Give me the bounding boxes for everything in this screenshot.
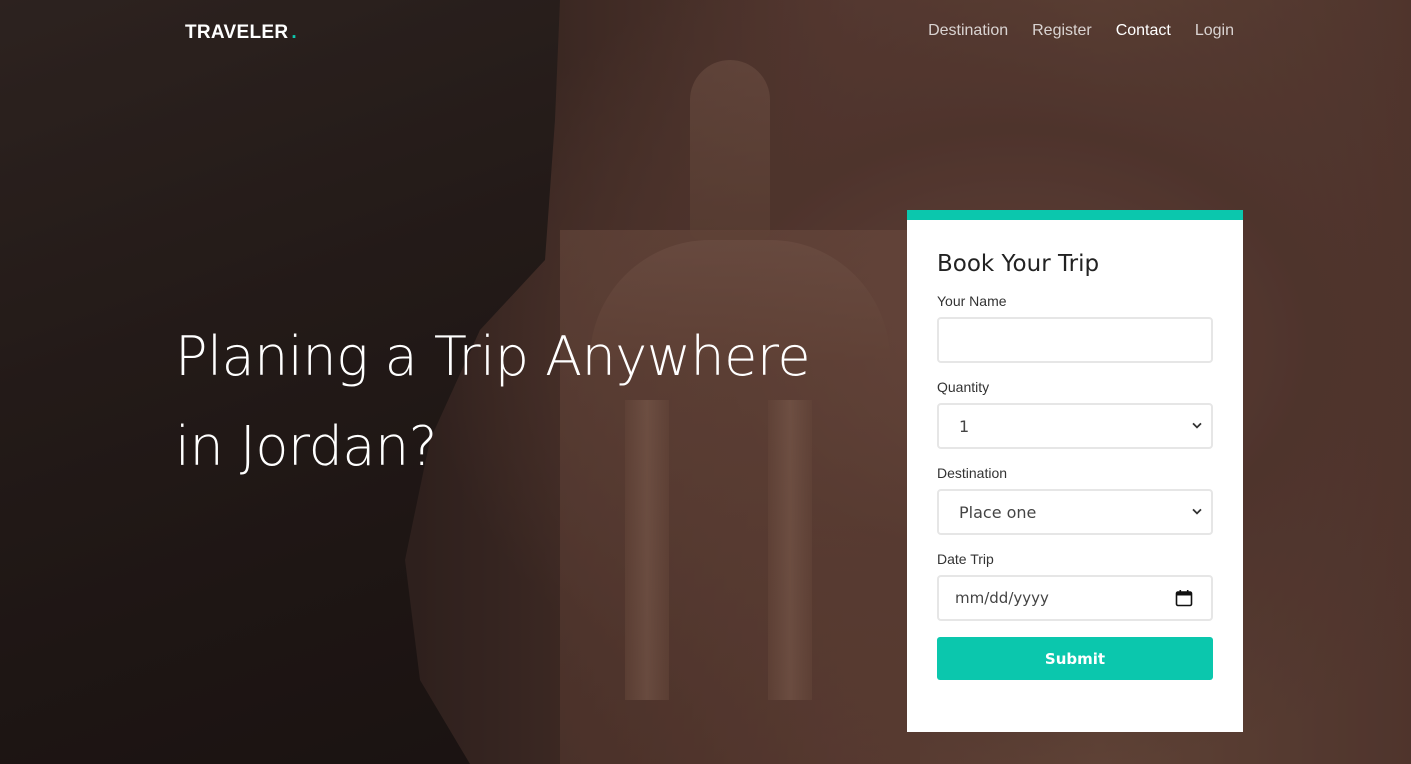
destination-select[interactable]: Place one [937,489,1213,535]
quantity-select[interactable]: 1 [937,403,1213,449]
nav-link-login[interactable]: Login [1195,22,1234,40]
calendar-icon[interactable] [1175,589,1193,607]
hero-title-line2: in Jordan? [175,415,437,478]
date-label: Date Trip [937,551,994,567]
brand-dot: . [291,22,297,43]
destination-label: Destination [937,465,1008,481]
chevron-down-icon [1192,422,1202,429]
booking-form: Book Your Trip Your Name Quantity 1 Dest… [907,210,1243,732]
brand-name: TRAVELER [185,22,289,43]
name-label: Your Name [937,293,1007,309]
nav-link-register[interactable]: Register [1032,22,1092,40]
date-placeholder: mm/dd/yyyy [955,589,1049,607]
hero-title: Planing a Trip Anywhere in Jordan? [175,312,835,492]
destination-value: Place one [959,502,1037,522]
date-input[interactable]: mm/dd/yyyy [937,575,1213,621]
nav-link-contact[interactable]: Contact [1116,22,1171,40]
submit-button[interactable]: Submit [937,637,1213,680]
quantity-value: 1 [959,416,970,436]
navbar: TRAVELER. Destination Register Contact L… [0,0,1411,66]
quantity-label: Quantity [937,379,990,395]
nav-links: Destination Register Contact Login [928,22,1234,40]
chevron-down-icon [1192,508,1202,515]
nav-link-destination[interactable]: Destination [928,22,1008,40]
name-input[interactable] [937,317,1213,363]
hero-title-line1: Planing a Trip Anywhere [175,325,811,388]
brand-logo[interactable]: TRAVELER. [185,22,297,44]
form-title: Book Your Trip [937,251,1100,277]
